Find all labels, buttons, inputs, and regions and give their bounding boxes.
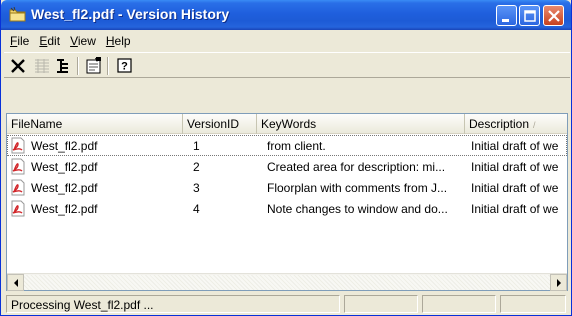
scroll-track[interactable] <box>24 275 550 290</box>
cell-description: Initial draft of we <box>471 202 559 216</box>
sort-ascending-icon: / <box>533 120 536 130</box>
menu-file-label: ile <box>17 34 30 48</box>
minimize-icon <box>502 19 509 22</box>
pdf-file-icon <box>11 200 25 217</box>
close-button[interactable] <box>543 5 564 26</box>
maximize-icon <box>524 10 536 22</box>
version-list[interactable]: FileName VersionID KeyWords Description /… <box>6 113 568 291</box>
list-header: FileName VersionID KeyWords Description / <box>7 114 567 134</box>
arrow-left-icon <box>14 279 18 287</box>
menu-view-accel: V <box>70 34 78 48</box>
pdf-file-icon <box>11 179 25 196</box>
delete-icon[interactable] <box>8 56 28 76</box>
close-icon <box>548 10 560 22</box>
arrow-right-icon <box>557 279 561 287</box>
menu-edit[interactable]: Edit <box>34 32 65 50</box>
pdf-file-icon <box>11 158 25 175</box>
title-bar[interactable]: West_fl2.pdf - Version History <box>1 0 571 30</box>
menu-view[interactable]: View <box>65 32 101 50</box>
details-view-icon[interactable] <box>54 56 74 76</box>
status-panel <box>344 295 418 313</box>
table-row[interactable]: West_fl2.pdf 1 from client. Initial draf… <box>7 135 567 156</box>
menu-help-accel: H <box>105 34 115 48</box>
column-header-filename[interactable]: FileName <box>7 114 183 134</box>
maximize-button[interactable] <box>519 5 540 26</box>
cell-versionid: 4 <box>193 202 200 216</box>
cell-description: Initial draft of we <box>471 160 559 174</box>
column-header-description-label: Description <box>469 117 530 131</box>
cell-description: Initial draft of we <box>471 139 559 153</box>
cell-filename: West_fl2.pdf <box>31 139 98 153</box>
column-header-keywords[interactable]: KeyWords <box>257 114 465 134</box>
table-row[interactable]: West_fl2.pdf 2 Created area for descript… <box>7 156 567 177</box>
status-bar: Processing West_fl2.pdf ... <box>4 293 570 313</box>
menu-edit-label: dit <box>47 34 61 48</box>
status-panel <box>500 295 566 313</box>
toolbar-separator <box>107 57 109 75</box>
menu-bar: File Edit View Help <box>5 32 136 50</box>
cell-versionid: 3 <box>193 181 200 195</box>
svg-text:?: ? <box>121 61 128 73</box>
menu-file[interactable]: File <box>5 32 34 50</box>
cell-filename: West_fl2.pdf <box>31 160 98 174</box>
status-text: Processing West_fl2.pdf ... <box>6 295 340 313</box>
cell-keywords: Floorplan with comments from J... <box>267 181 448 195</box>
cell-filename: West_fl2.pdf <box>31 202 98 216</box>
column-header-description[interactable]: Description / <box>465 114 567 134</box>
table-row[interactable]: West_fl2.pdf 4 Note changes to window an… <box>7 198 567 219</box>
cell-filename: West_fl2.pdf <box>31 181 98 195</box>
help-icon[interactable]: ? <box>115 56 135 76</box>
table-row[interactable]: West_fl2.pdf 3 Floorplan with comments f… <box>7 177 567 198</box>
properties-icon[interactable] <box>84 56 104 76</box>
horizontal-scrollbar[interactable] <box>7 273 567 291</box>
cell-versionid: 1 <box>193 139 200 153</box>
menu-help-label: elp <box>114 34 131 48</box>
list-view-icon[interactable] <box>32 56 52 76</box>
menu-view-label: iew <box>77 34 96 48</box>
scroll-right-button[interactable] <box>550 274 567 291</box>
toolbar-separator <box>77 57 79 75</box>
scroll-left-button[interactable] <box>7 274 24 291</box>
column-header-versionid[interactable]: VersionID <box>183 114 257 134</box>
toolbar: ? <box>4 52 570 78</box>
minimize-button[interactable] <box>496 5 517 26</box>
cell-description: Initial draft of we <box>471 181 559 195</box>
cell-versionid: 2 <box>193 160 200 174</box>
window-title: West_fl2.pdf - Version History <box>31 6 230 22</box>
cell-keywords: Created area for description: mi... <box>267 160 446 174</box>
menu-help[interactable]: Help <box>101 32 136 50</box>
cell-keywords: Note changes to window and do... <box>267 202 448 216</box>
version-history-window: West_fl2.pdf - Version History File Edit… <box>0 0 572 316</box>
folder-icon <box>9 7 26 22</box>
status-panel <box>422 295 496 313</box>
pdf-file-icon <box>11 137 25 154</box>
cell-keywords: from client. <box>267 139 326 153</box>
